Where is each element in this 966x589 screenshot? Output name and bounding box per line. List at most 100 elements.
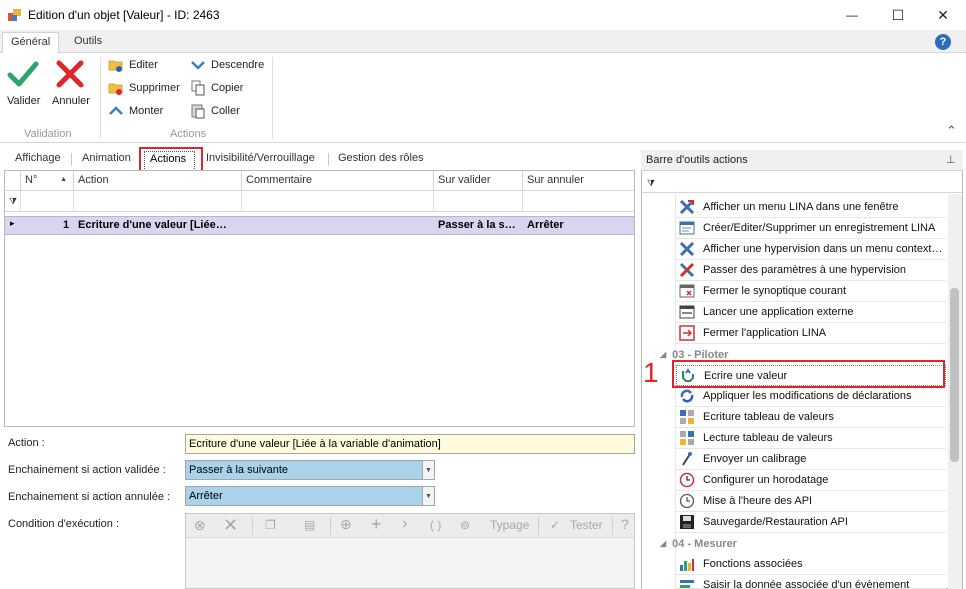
help-icon[interactable]: ? — [935, 34, 951, 50]
toolbox-item[interactable]: Sauvegarde/Restauration API — [676, 512, 946, 533]
toolbox-title: Barre d'outils actions — [646, 154, 748, 166]
toolbox-scrollbar-thumb[interactable] — [950, 288, 959, 462]
toolbox-item[interactable]: Appliquer les modifications de déclarati… — [676, 386, 946, 407]
ribbon-tab-bar: Général Outils ? — [0, 30, 966, 54]
arrow-up-icon — [109, 106, 123, 115]
enchainement-valide-select[interactable]: Passer à la suivante ▼ — [185, 460, 435, 480]
ribbon: Valider Annuler Validation Editer Suppri… — [0, 53, 966, 143]
tab-separator — [328, 153, 329, 166]
parentheses-icon[interactable]: ( ) — [430, 518, 441, 532]
toolbox-item[interactable]: Afficher une hypervision dans un menu co… — [676, 239, 946, 260]
cell-sur-annuler: Arrêter — [527, 219, 564, 231]
grid-filter-sur-valider[interactable] — [434, 191, 523, 212]
editer-button[interactable]: Editer — [108, 56, 158, 74]
toolbox-item-label: Ecriture tableau de valeurs — [703, 411, 834, 423]
toolbox-header: Barre d'outils actions — [641, 150, 963, 171]
valider-label: Valider — [7, 95, 41, 107]
toolbox-item-label: Fermer le synoptique courant — [703, 285, 847, 297]
hypervision-params-icon — [679, 262, 695, 278]
toolbox-item[interactable]: Configurer un horodatage — [676, 470, 946, 491]
toolbox-group-label: 03 - Piloter — [672, 348, 729, 361]
tab-animation[interactable]: Animation — [82, 152, 131, 164]
exit-app-icon — [679, 325, 695, 341]
toolbox-item[interactable]: Passer des paramètres à une hypervision — [676, 260, 946, 281]
folder-delete-icon — [108, 83, 123, 95]
grid-header-action[interactable]: Action — [74, 171, 242, 191]
toolbox-item-label: Fermer l'application LINA — [703, 327, 827, 339]
toolbox-group-mesurer[interactable]: ◢ 04 - Mesurer — [660, 533, 737, 554]
maximize-button[interactable]: ☐ — [875, 0, 921, 30]
grid-header-num[interactable]: N° ▲ — [21, 171, 74, 191]
tab-affichage[interactable]: Affichage — [15, 152, 61, 164]
grid-filter-commentaire[interactable] — [242, 191, 434, 212]
toolbox-item-label: Créer/Editer/Supprimer un enregistrement… — [703, 222, 936, 234]
descendre-button[interactable]: Descendre — [190, 56, 264, 74]
toolbox-item[interactable]: Afficher un menu LINA dans une fenêtre — [676, 197, 946, 218]
chevron-down-icon[interactable]: ▼ — [422, 487, 434, 505]
toolbox-item[interactable]: Mise à l'heure des API — [676, 491, 946, 512]
checkmark-icon — [7, 61, 39, 87]
toolbox-item[interactable]: Saisir la donnée associée d'un évènement — [676, 575, 946, 589]
read-array-icon — [680, 431, 694, 445]
grid-header-sur-valider[interactable]: Sur valider — [434, 171, 523, 191]
toolbox-item[interactable]: Ecriture tableau de valeurs — [676, 407, 946, 428]
close-button[interactable]: ✕ — [920, 0, 966, 30]
toolbox-item[interactable]: Lecture tableau de valeurs — [676, 428, 946, 449]
add-circle-icon[interactable]: ⊕ — [340, 516, 352, 533]
toolbox-filter-row[interactable]: ⧩ — [642, 172, 962, 193]
enchainement-annule-select[interactable]: Arrêter ▼ — [185, 486, 435, 506]
grid-filter-action[interactable] — [74, 191, 242, 212]
delete-icon[interactable]: ✕ — [223, 515, 238, 536]
ribbon-tab-general[interactable]: Général — [2, 32, 60, 54]
maximize-icon: ☐ — [891, 6, 905, 23]
plus-icon[interactable]: + — [371, 514, 382, 535]
typage-button[interactable]: Typage — [490, 518, 529, 532]
supprimer-button[interactable]: Supprimer — [108, 79, 180, 97]
coller-label: Coller — [211, 105, 240, 117]
toolbox-item[interactable]: Lancer une application externe — [676, 302, 946, 323]
clear-icon[interactable]: ⊗ — [194, 517, 206, 534]
coller-button[interactable]: Coller — [190, 102, 240, 120]
paste-icon[interactable]: ▤ — [304, 518, 315, 532]
help-icon[interactable]: ? — [621, 516, 629, 532]
supprimer-label: Supprimer — [129, 82, 180, 94]
cell-num: 1 — [63, 219, 70, 231]
valider-button[interactable]: Valider — [4, 55, 42, 110]
tab-gestion-roles[interactable]: Gestion des rôles — [338, 152, 424, 164]
toolbox-item[interactable]: Créer/Editer/Supprimer un enregistrement… — [676, 218, 946, 239]
collapse-ribbon-icon[interactable]: ⌃ — [946, 123, 957, 139]
clock-sync-icon — [679, 493, 695, 509]
title-bar: Edition d'un objet [Valeur] - ID: 2463 —… — [0, 0, 966, 30]
grid-header-sur-annuler[interactable]: Sur annuler — [523, 171, 634, 191]
enchainement-valide-label: Enchainement si action validée : — [8, 464, 166, 476]
toolbox-item-label: Afficher un menu LINA dans une fenêtre — [703, 201, 899, 213]
grid-filter-sur-annuler[interactable] — [523, 191, 634, 212]
toolbox-item[interactable]: Envoyer un calibrage — [676, 449, 946, 470]
grid-filter-num[interactable] — [21, 191, 74, 212]
toolbox-item-label: Appliquer les modifications de déclarati… — [703, 390, 912, 402]
toolbar-separator — [538, 517, 539, 535]
tab-invisibilite-verrouillage[interactable]: Invisibilité/Verrouillage — [206, 152, 315, 164]
ribbon-tab-outils[interactable]: Outils — [66, 32, 110, 53]
minimize-icon: — — [846, 8, 858, 22]
grid-header-commentaire[interactable]: Commentaire — [242, 171, 434, 191]
chevron-right-icon[interactable]: › — [402, 515, 407, 533]
toolbox-item[interactable]: Fonctions associées — [676, 554, 946, 575]
link-icon[interactable]: ⊚ — [460, 518, 470, 532]
copier-button[interactable]: Copier — [190, 79, 243, 97]
toolbox-item[interactable]: Fermer le synoptique courant — [676, 281, 946, 302]
copy-icon[interactable]: ❐ — [265, 518, 276, 532]
action-field[interactable]: Ecriture d'une valeur [Liée à la variabl… — [185, 434, 635, 454]
minimize-button[interactable]: — — [829, 0, 875, 30]
window-title: Edition d'un objet [Valeur] - ID: 2463 — [28, 8, 220, 22]
annuler-button[interactable]: Annuler — [50, 55, 92, 110]
tester-button[interactable]: Tester — [570, 518, 603, 532]
chevron-down-icon[interactable]: ▼ — [422, 461, 434, 479]
app-icon — [8, 9, 21, 21]
monter-button[interactable]: Monter — [108, 102, 163, 120]
toolbox-item[interactable]: Fermer l'application LINA — [676, 323, 946, 344]
toolbar-separator — [330, 517, 331, 535]
check-icon: ✓ — [550, 518, 561, 532]
pin-icon[interactable]: ⊥ — [946, 153, 956, 166]
cross-icon — [56, 60, 84, 88]
